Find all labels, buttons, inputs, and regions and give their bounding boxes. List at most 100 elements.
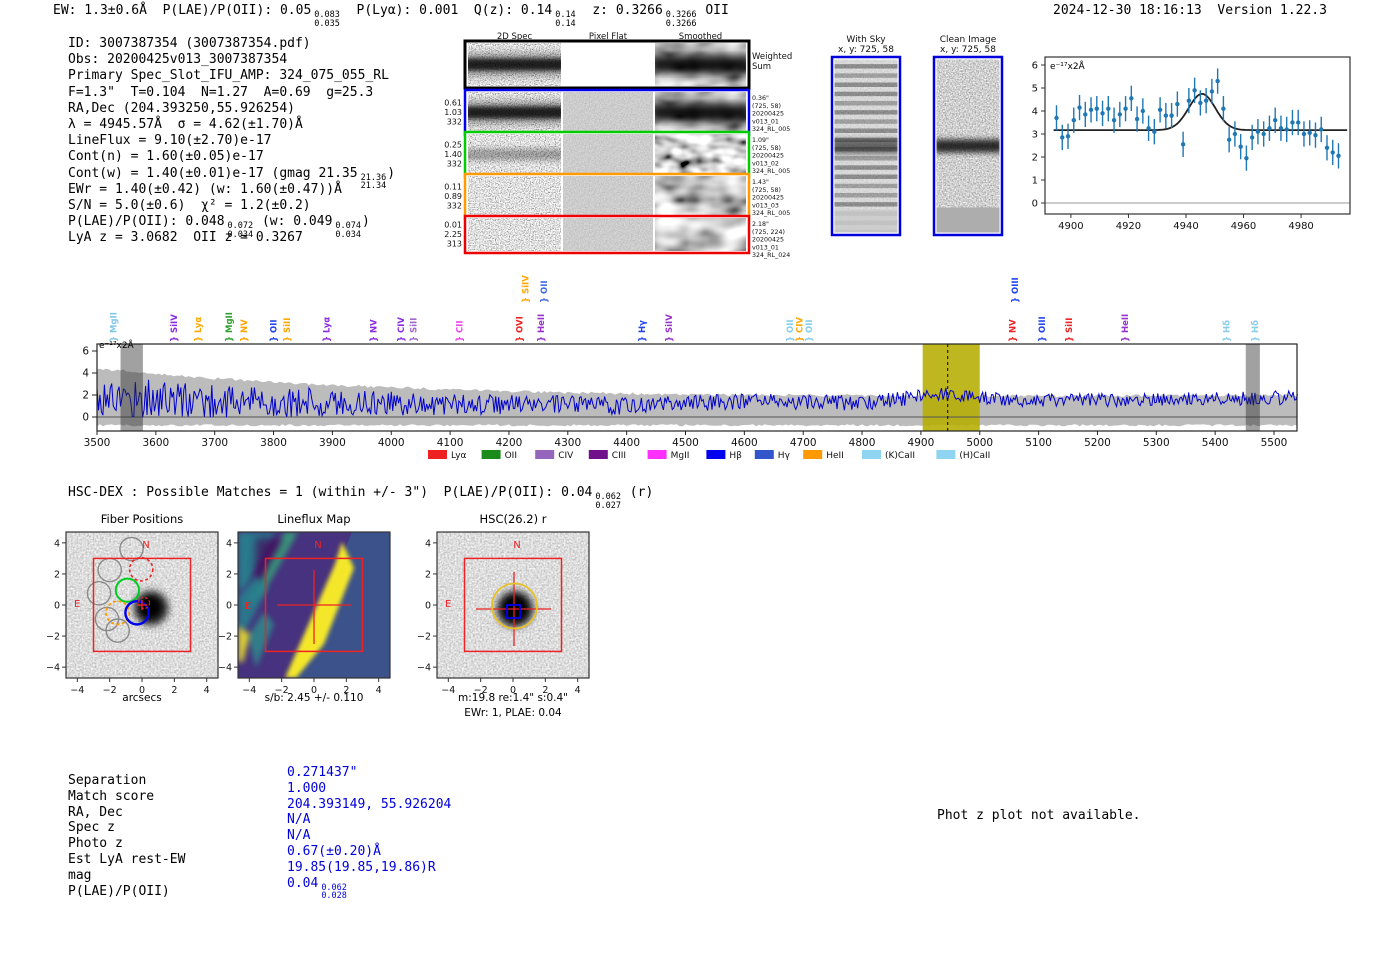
cutout-left-label: 0.25 [444,141,462,150]
cutout-right-label: v013_01 [752,118,779,125]
cutout-cell [655,43,746,86]
legend-label: Lyα [451,451,467,461]
text-segment: RA,Dec (204.393250,55.926254) [68,100,295,116]
hsc-cutout-image: NE [437,532,589,678]
fiber-xlabel: arcsecs [122,692,162,704]
header-meta: 2024-12-30 18:16:13 Version 1.22.3 [1053,3,1327,18]
cutout-right-label: (725, 58) [752,145,781,152]
panel-ytick-label: 4 [54,538,60,549]
emission-line-label: } Lyα [194,317,204,342]
legend-label: (K)CaII [885,451,915,461]
cutout-left-label: 0.01 [444,221,462,230]
east-label: E [74,599,80,610]
legend-label: MgII [671,451,690,461]
spectrum-xtick-label: 3700 [201,437,228,449]
fiber-positions-image: NE [66,532,218,678]
cutouts-2d: 2D Spec Pixel Flat SmoothedWeightedSum0.61… [444,32,792,259]
legend-swatch [481,450,501,459]
emission-line-label: } OII [805,319,815,342]
emission-line-label: } SiII [1065,318,1075,342]
text-segment: OII [697,3,729,18]
hsc-xlabel-2: EWr: 1, PLAE: 0.04 [464,707,562,719]
info-line: ID: 3007387354 (3007387354.pdf) [68,36,395,52]
spectrum-ytick-label: 4 [82,368,89,380]
spectrum-xtick-label: 3900 [319,437,346,449]
spectrum-xtick-label: 4300 [554,437,581,449]
stacked-uncertainty: 0.074 0.034 [335,221,362,240]
cutout-left-label: 1.40 [444,150,462,159]
match-table-value: 0.271437" [287,765,358,780]
cutout-cell [563,43,653,86]
lineflux-xlabel: s/b: 2.45 +/- 0.110 [264,692,364,704]
info-line: RA,Dec (204.393250,55.926254) [68,101,395,117]
match-table-value: N/A [287,828,311,844]
emission-line-label: } SiII [283,318,293,342]
fiber-positions-title: Fiber Positions [100,512,184,526]
fit-xtick-label: 4980 [1288,221,1313,232]
text-segment: Cont(w) = 1.40(±0.01)e-17 (gmag 21.35 [68,165,358,181]
text-segment: ) [362,214,370,230]
info-line: Cont(n) = 1.60(±0.05)e-17 [68,149,395,165]
text-segment: LyA z = 3.0682 OII z = 0.3267 [68,230,303,246]
sky-panel-title: With Sky [846,35,886,45]
cutout-right-label: v013_02 [752,160,779,167]
stacked-uncertainty: 0.083 0.035 [314,10,340,29]
match-table-label: mag [68,867,92,883]
sky-panels: With Skyx, y: 725, 58Clean Imagex, y: 72… [830,35,1004,237]
cutout-right-label: 0.36" [752,95,769,102]
north-label: N [513,540,520,551]
legend-swatch [428,450,447,459]
line-fit-plot: 0 1 2 3 4 5 6 4900 4920 4940 4960 4980 e⁻¹⁷x2Å [1032,56,1351,232]
info-line: F=1.3" T=0.104 N=1.27 A=0.69 g=25.3 [68,85,395,101]
fit-ytick-label: 6 [1032,61,1038,72]
spectrum-xtick-label: 4900 [908,437,935,449]
emission-line-label: } MgII [109,312,119,342]
cutout-right-label: Sum [752,62,771,72]
cutout-right-label: v013_03 [752,202,779,209]
sky-line-mask-band [1245,344,1260,431]
stacked-uncertainty: 0.3266 0.3266 [665,10,697,29]
match-table-label: Separation [68,773,147,788]
cutout-cell [655,218,746,251]
east-label: E [245,601,251,612]
spectrum-xtick-label: 4800 [849,437,876,449]
emission-line-label: } NV [369,319,379,342]
text-segment: λ = 4945.57Å σ = 4.62(±1.70)Å [68,116,303,132]
text-segment: 0.04 [287,875,319,891]
spectrum-xtick-label: 4600 [731,437,758,449]
spectrum-xtick-label: 4400 [613,437,640,449]
info-line: EWr = 1.40(±0.42) (w: 1.60(±0.47))Å [68,182,395,198]
spectrum-xtick-label: 4700 [790,437,817,449]
match-table-labels: Separation Match score RA, Dec Spec z Photo … [68,773,185,899]
text-segment: P(Lyα): 0.001 Q(z): 0.14 [340,3,553,18]
panel-ytick-label: 4 [425,538,431,549]
panel-ytick-label: −4 [218,663,232,674]
cutout-cell [468,92,561,133]
cutout-right-label: 2.18" [752,221,769,228]
cutout-right-label: 20200425 [752,195,784,202]
match-table-value: N/A [287,812,311,828]
cutout-cell [655,92,746,133]
legend-label: HeII [826,451,844,461]
fit-ylabel: e⁻¹⁷x2Å [1050,60,1086,72]
cutout-right-label: 324_RL_005 [752,168,790,175]
panel-ytick-label: 2 [226,569,232,580]
emission-line-label: } Lyα [322,317,332,342]
fit-ytick-label: 4 [1032,107,1038,118]
cutout-left-label: 332 [447,118,462,127]
cutout-cell [563,176,653,217]
emission-line-label: } OII [540,280,550,303]
match-table-label: RA, Dec [68,804,123,820]
emission-line-label: } OIII [1038,316,1048,342]
cutout-right-label: 324_RL_024 [752,252,790,259]
cutout-left-label: 2.25 [444,230,462,239]
header-stats: EW: 1.3±0.6Å P(LAE)/P(OII): 0.05 0.083 0.0… [53,3,729,28]
legend-swatch [803,450,823,459]
emission-line-label: } Hδ [1251,320,1261,342]
east-label: E [445,599,451,610]
panel-ytick-label: −2 [417,632,431,643]
spectrum-xtick-label: 4000 [378,437,405,449]
legend-label: OII [505,451,517,461]
sky-line-mask-band [120,344,143,431]
emission-line-label: } Hγ [638,320,648,342]
